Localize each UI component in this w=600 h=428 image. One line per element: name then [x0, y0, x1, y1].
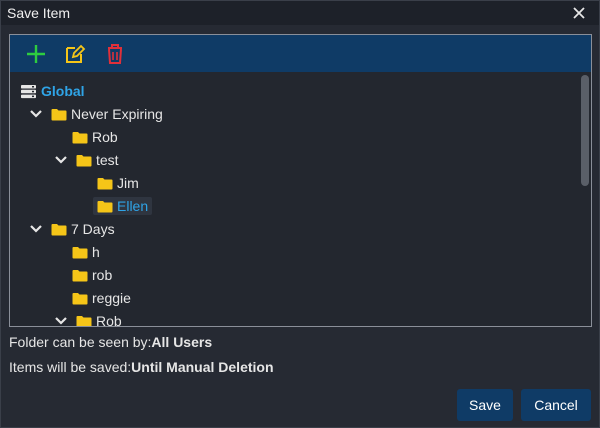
retention-info: Items will be saved:Until Manual Deletio… — [9, 359, 274, 375]
tree-item-never-expiring[interactable]: Never Expiring — [29, 103, 163, 125]
visibility-value: All Users — [151, 334, 213, 350]
close-icon[interactable] — [569, 3, 589, 23]
tree-item-label: Rob — [92, 129, 118, 145]
tree-item-label: test — [96, 152, 119, 168]
tree-item-label: Rob — [96, 313, 122, 326]
tree-root-label: Global — [41, 83, 85, 99]
title-bar: Save Item — [1, 1, 599, 25]
tree-item-rob-lower[interactable]: rob — [72, 264, 112, 286]
folder-icon — [72, 269, 88, 281]
tree-item-label: rob — [92, 267, 113, 283]
folder-icon — [72, 292, 88, 304]
visibility-label: Folder can be seen by: — [9, 334, 152, 350]
cancel-button[interactable]: Cancel — [521, 389, 591, 421]
tree-item-label: Ellen — [117, 198, 149, 214]
tree-item-h[interactable]: h — [72, 241, 100, 263]
folder-toolbar — [10, 35, 591, 72]
folder-icon — [76, 315, 92, 326]
server-icon — [21, 84, 36, 98]
tree-item-label: Never Expiring — [71, 106, 163, 122]
chevron-down-icon[interactable] — [54, 153, 68, 167]
tree-item-selected[interactable]: Ellen — [93, 197, 153, 215]
trash-icon[interactable] — [104, 43, 126, 65]
tree-item-jim[interactable]: Jim — [97, 172, 139, 194]
folder-icon — [97, 200, 113, 212]
retention-label: Items will be saved: — [9, 359, 132, 375]
folder-icon — [51, 223, 67, 235]
tree-item-label: 7 Days — [71, 221, 115, 237]
chevron-down-icon[interactable] — [54, 314, 68, 326]
chevron-down-icon[interactable] — [29, 222, 43, 236]
tree-item-label: h — [92, 244, 100, 260]
folder-tree: Global Never Expiring Rob test Jim Ellen… — [10, 73, 580, 326]
folder-icon — [72, 131, 88, 143]
tree-item-7-days[interactable]: 7 Days — [29, 218, 115, 240]
chevron-down-icon[interactable] — [29, 107, 43, 121]
tree-item-label: reggie — [92, 290, 131, 306]
retention-value: Until Manual Deletion — [131, 359, 274, 375]
folder-icon — [76, 154, 92, 166]
tree-item-label: Jim — [117, 175, 139, 191]
tree-scrollbar[interactable] — [581, 75, 589, 186]
tree-item-rob[interactable]: Rob — [72, 126, 118, 148]
dialog-title: Save Item — [7, 5, 71, 21]
plus-icon[interactable] — [25, 43, 47, 65]
folder-icon — [97, 177, 113, 189]
folder-panel: Global Never Expiring Rob test Jim Ellen… — [9, 34, 592, 327]
save-button[interactable]: Save — [457, 389, 513, 421]
tree-item-test[interactable]: test — [54, 149, 119, 171]
save-item-dialog: Save Item Global Never Expiring Rob test… — [0, 0, 600, 428]
tree-item-rob-expanded[interactable]: Rob — [54, 310, 122, 326]
tree-root-global[interactable]: Global — [20, 80, 85, 102]
folder-icon — [72, 246, 88, 258]
tree-item-reggie[interactable]: reggie — [72, 287, 131, 309]
visibility-info: Folder can be seen by:All Users — [9, 334, 212, 350]
edit-icon[interactable] — [64, 43, 86, 65]
folder-icon — [51, 108, 67, 120]
tree-item-ellen[interactable]: Ellen — [93, 195, 153, 217]
